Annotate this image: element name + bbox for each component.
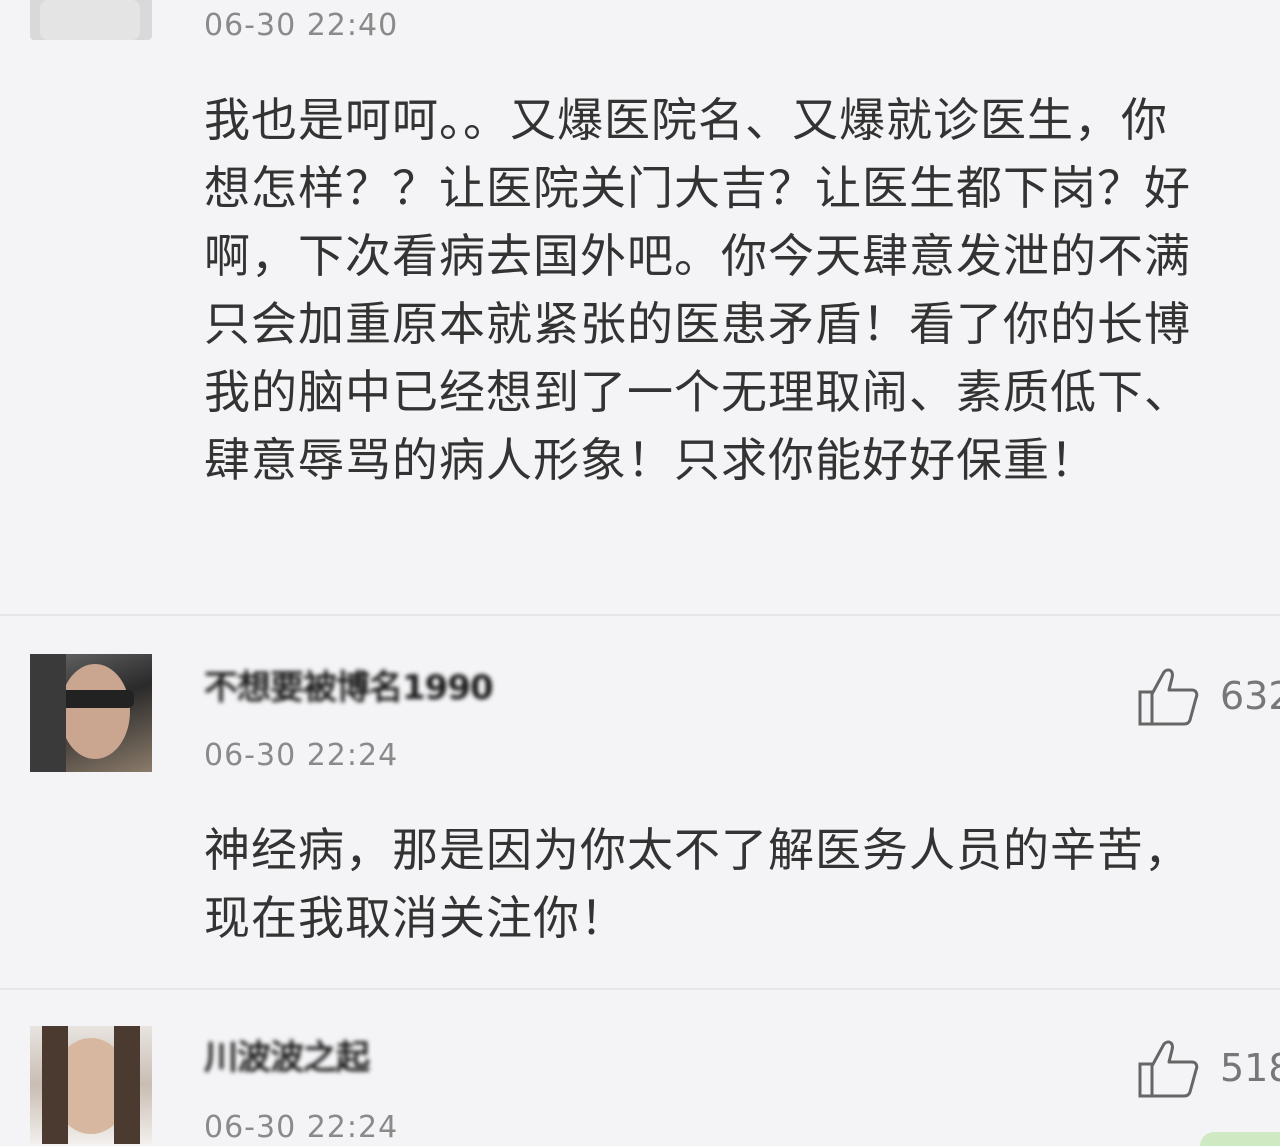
comment-timestamp: 06-30 22:24 [204,738,399,773]
like-count: 632 [1220,674,1280,718]
comment-text: 我也是呵呵。。又爆医院名、又爆就诊医生，你想怎样？？让医院关门大吉？让医生都下岗… [204,93,1191,487]
comment-item: 不想要被博名1990 632 06-30 22:24 神经病，那是因为你太不了解… [0,614,1280,988]
comment-item: 川波波之起 518 06-30 22:24 [0,988,1280,1146]
avatar[interactable] [30,654,152,772]
comment-timestamp: 06-30 22:24 [204,1110,399,1145]
avatar[interactable] [30,0,152,40]
comment-item: 06-30 22:40 我也是呵呵。。又爆医院名、又爆就诊医生，你想怎样？？让医… [0,0,1280,612]
like-count: 518 [1220,1046,1280,1090]
comment-username[interactable]: 川波波之起 [204,1030,370,1079]
like-button[interactable]: 632 [1136,666,1280,726]
avatar[interactable] [30,1026,152,1144]
comment-timestamp: 06-30 22:40 [204,8,399,43]
thumbs-up-icon [1138,1040,1199,1098]
comment-username[interactable]: 不想要被博名1990 [204,660,494,709]
comment-text: 神经病，那是因为你太不了解医务人员的辛苦，现在我取消关注你！ [204,823,1191,945]
like-button[interactable]: 518 [1136,1038,1280,1098]
thumbs-up-icon [1138,668,1199,726]
